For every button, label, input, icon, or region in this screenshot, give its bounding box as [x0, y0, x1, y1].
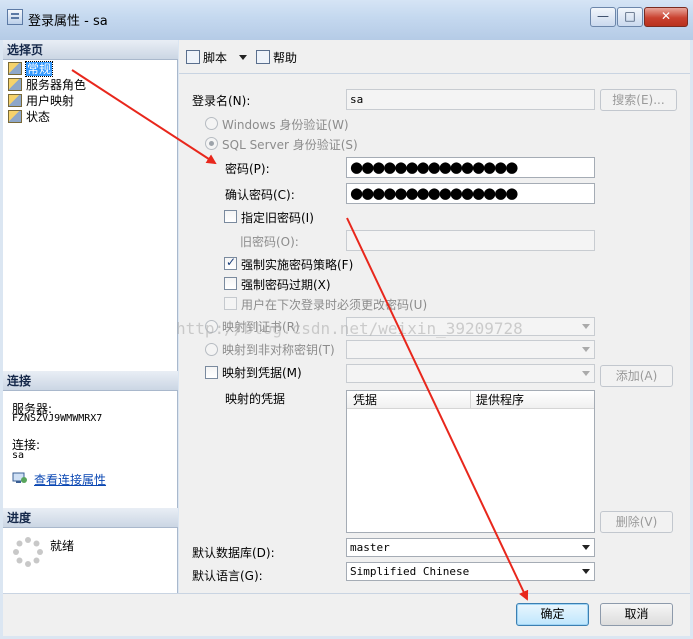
chevron-down-icon	[582, 347, 590, 352]
map-asymmetric-key-radio[interactable]	[205, 343, 218, 356]
chevron-down-icon	[582, 324, 590, 329]
mapped-credentials-label: 映射的凭据	[225, 392, 286, 406]
page-icon	[8, 78, 22, 91]
grid-header: 凭据 提供程序	[347, 391, 594, 409]
sql-auth-radio[interactable]	[205, 137, 218, 150]
grid-column-credential[interactable]: 凭据	[353, 392, 377, 409]
maximize-button[interactable]: □	[617, 7, 643, 27]
page-item-label: 状态	[26, 110, 51, 124]
select-page-header: 选择页	[3, 40, 178, 60]
default-language-value: Simplified Chinese	[350, 565, 470, 578]
windows-auth-label: Windows 身份验证(W)	[222, 118, 349, 132]
chevron-down-icon[interactable]	[238, 55, 247, 60]
minimize-button[interactable]: —	[590, 7, 616, 27]
login-name-field[interactable]: sa	[346, 89, 595, 110]
progress-header: 进度	[3, 508, 178, 528]
page-item-server-roles[interactable]: 服务器角色	[8, 77, 86, 93]
window-icon	[7, 9, 23, 25]
page-icon	[8, 94, 22, 107]
windows-auth-radio[interactable]	[205, 117, 218, 130]
specify-old-password-checkbox[interactable]	[224, 210, 237, 223]
credential-dropdown[interactable]	[346, 364, 595, 383]
default-language-label: 默认语言(G):	[192, 569, 263, 583]
grid-column-divider	[470, 391, 471, 409]
enforce-expiration-checkbox[interactable]	[224, 277, 237, 290]
must-change-label: 用户在下次登录时必须更改密码(U)	[241, 298, 428, 312]
asymmetric-key-dropdown[interactable]	[346, 340, 595, 359]
map-credential-checkbox[interactable]	[205, 366, 218, 379]
page-item-status[interactable]: 状态	[8, 109, 50, 125]
page-icon	[8, 110, 22, 123]
page-item-label: 常规	[24, 61, 54, 77]
window-title: 登录属性 - sa	[28, 14, 108, 29]
login-name-label: 登录名(N):	[192, 94, 251, 108]
chevron-down-icon	[582, 371, 590, 376]
default-database-value: master	[350, 541, 390, 554]
old-password-label: 旧密码(O):	[240, 235, 299, 249]
mapped-credentials-grid[interactable]: 凭据 提供程序	[346, 390, 595, 533]
script-button[interactable]: 脚本	[186, 49, 247, 66]
connection-properties-icon	[12, 471, 28, 485]
search-button[interactable]: 搜索(E)...	[600, 89, 677, 111]
old-password-field[interactable]	[346, 230, 595, 251]
script-icon	[186, 50, 200, 64]
server-value: FZNSZVJ9WMWMRX7	[12, 413, 103, 424]
grid-column-provider[interactable]: 提供程序	[476, 392, 524, 409]
map-asymmetric-key-label: 映射到非对称密钥(T)	[222, 343, 335, 357]
confirm-password-label: 确认密码(C):	[225, 188, 295, 202]
default-database-label: 默认数据库(D):	[192, 546, 275, 560]
default-database-dropdown[interactable]: master	[346, 538, 595, 557]
ok-button[interactable]: 确定	[516, 603, 589, 626]
progress-status: 就绪	[50, 539, 75, 553]
cancel-button[interactable]: 取消	[600, 603, 673, 626]
password-label: 密码(P):	[225, 162, 270, 176]
page-item-label: 用户映射	[26, 94, 75, 108]
close-button[interactable]: ✕	[644, 7, 688, 27]
remove-button[interactable]: 删除(V)	[600, 511, 673, 533]
map-credential-label: 映射到凭据(M)	[222, 366, 302, 380]
view-connection-properties-link[interactable]: 查看连接属性	[34, 471, 106, 488]
connection-value: sa	[12, 450, 25, 461]
page-item-label: 服务器角色	[26, 78, 87, 92]
help-icon	[256, 50, 270, 64]
default-language-dropdown[interactable]: Simplified Chinese	[346, 562, 595, 581]
enforce-policy-checkbox[interactable]	[224, 255, 237, 270]
watermark: http://blog.csdn.net/weixin_39209728	[176, 319, 523, 338]
help-button[interactable]: 帮助	[256, 49, 297, 66]
confirm-password-field[interactable]: ●●●●●●●●●●●●●●●	[346, 183, 595, 204]
chevron-down-icon	[582, 569, 590, 574]
chevron-down-icon	[582, 545, 590, 550]
add-button[interactable]: 添加(A)	[600, 365, 673, 387]
sql-auth-label: SQL Server 身份验证(S)	[222, 138, 358, 152]
page-icon	[8, 62, 22, 75]
specify-old-password-label: 指定旧密码(I)	[241, 211, 314, 225]
page-item-general[interactable]: 常规	[8, 61, 54, 77]
page-item-user-mapping[interactable]: 用户映射	[8, 93, 74, 109]
progress-spinner-icon	[12, 536, 44, 568]
enforce-expiration-label: 强制密码过期(X)	[241, 278, 331, 292]
password-field[interactable]: ●●●●●●●●●●●●●●●	[346, 157, 595, 178]
enforce-policy-label: 强制实施密码策略(F)	[241, 258, 354, 272]
must-change-checkbox[interactable]	[224, 297, 237, 310]
connection-header: 连接	[3, 371, 178, 391]
